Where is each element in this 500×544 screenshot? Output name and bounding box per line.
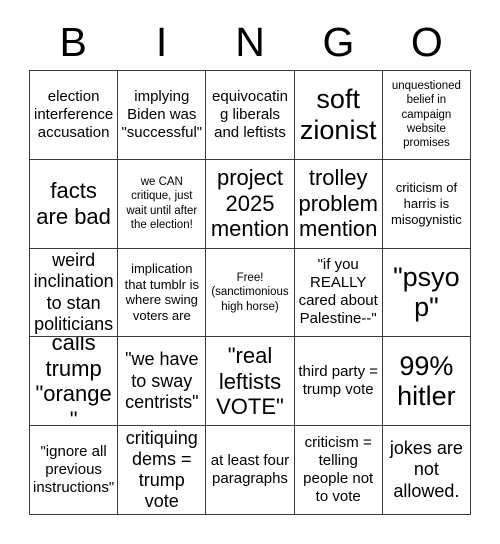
bingo-cell-label: "ignore all previous instructions" [33,443,115,497]
bingo-cell-label: equivocating liberals and leftists [212,87,288,141]
bingo-cell-label: critiquing dems = trump vote [125,427,198,512]
bingo-cell-label: at least four paragraphs [210,452,290,488]
bingo-cell-r1c2[interactable]: implying Biden was "successful" [118,71,207,160]
bingo-cell-label: unquestioned belief in campaign website … [391,79,461,150]
bingo-cell-free-space[interactable]: Free! (sanctimonious high horse) [206,248,295,338]
bingo-cell-label: 99% hitler [397,350,456,412]
bingo-cell-label: project 2025 mention [210,165,290,242]
bingo-cell-r4c3[interactable]: "real leftists VOTE" [206,337,295,427]
bingo-cell-label: weird inclination to stan politicians [33,250,114,334]
bingo-cell-r2c2[interactable]: we CAN critique, just wait until after t… [118,159,207,249]
bingo-cell-r3c4[interactable]: "if you REALLY cared about Palestine--" [294,248,383,338]
bingo-cell-label: election interference accusation [33,87,114,141]
bingo-header: B I N G O [29,14,471,70]
bingo-cell-label: facts are bad [36,178,111,229]
bingo-cell-label: soft zionist [299,84,377,145]
bingo-cell-r1c4[interactable]: soft zionist [294,71,383,160]
bingo-cell-r4c5[interactable]: 99% hitler [382,337,471,427]
bingo-cell-r4c4[interactable]: third party = trump vote [294,337,383,427]
bingo-cell-r5c1[interactable]: "ignore all previous instructions" [30,426,119,515]
bingo-cell-label: implication that tumblr is where swing v… [124,260,199,324]
bingo-header-letter-b: B [59,18,87,65]
bingo-cell-r1c3[interactable]: equivocating liberals and leftists [206,71,295,160]
bingo-cell-label: criticism of harris is misogynistic [390,179,462,227]
bingo-cell-label: trolley problem mention [298,165,378,242]
bingo-cell-label: criticism = telling people not to vote [303,434,374,506]
bingo-cell-r3c1[interactable]: weird inclination to stan politicians [30,248,119,338]
bingo-cell-r5c3[interactable]: at least four paragraphs [206,426,295,515]
bingo-cell-label: implying Biden was "successful" [121,87,203,141]
bingo-header-letter-o: O [410,18,443,65]
bingo-cell-r2c3[interactable]: project 2025 mention [206,159,295,249]
bingo-cell-r3c5[interactable]: "psyop" [382,248,471,338]
bingo-grid: election interference accusation implyin… [29,70,471,515]
bingo-cell-r1c1[interactable]: election interference accusation [30,71,119,160]
bingo-cell-label: third party = trump vote [298,363,378,399]
bingo-cell-r2c5[interactable]: criticism of harris is misogynistic [382,159,471,249]
bingo-cell-r2c4[interactable]: trolley problem mention [294,159,383,249]
bingo-cell-label: "we have to sway centrists" [125,349,199,412]
bingo-cell-label: "psyop" [393,261,460,323]
bingo-cell-label: "real leftists VOTE" [216,343,284,420]
bingo-header-letter-g: G [322,18,355,65]
bingo-cell-r1c5[interactable]: unquestioned belief in campaign website … [382,71,471,160]
bingo-cell-r2c1[interactable]: facts are bad [30,159,119,249]
bingo-cell-r3c2[interactable]: implication that tumblr is where swing v… [118,248,207,338]
bingo-cell-label: jokes are not allowed. [389,438,463,501]
bingo-cell-label: we CAN critique, just wait until after t… [126,175,198,232]
bingo-cell-label: calls trump "orange" [35,337,112,427]
bingo-header-letter-n: N [235,18,265,65]
bingo-card: B I N G O election interference accusati… [0,0,500,544]
bingo-cell-label: Free! (sanctimonious high horse) [211,271,289,313]
bingo-header-letter-i: I [155,18,168,65]
bingo-cell-r5c5[interactable]: jokes are not allowed. [382,426,471,515]
bingo-cell-r5c4[interactable]: criticism = telling people not to vote [294,426,383,515]
bingo-cell-r4c2[interactable]: "we have to sway centrists" [118,337,207,427]
bingo-cell-label: "if you REALLY cared about Palestine--" [298,256,378,328]
bingo-cell-r5c2[interactable]: critiquing dems = trump vote [118,426,207,515]
bingo-cell-r4c1[interactable]: calls trump "orange" [30,337,119,427]
